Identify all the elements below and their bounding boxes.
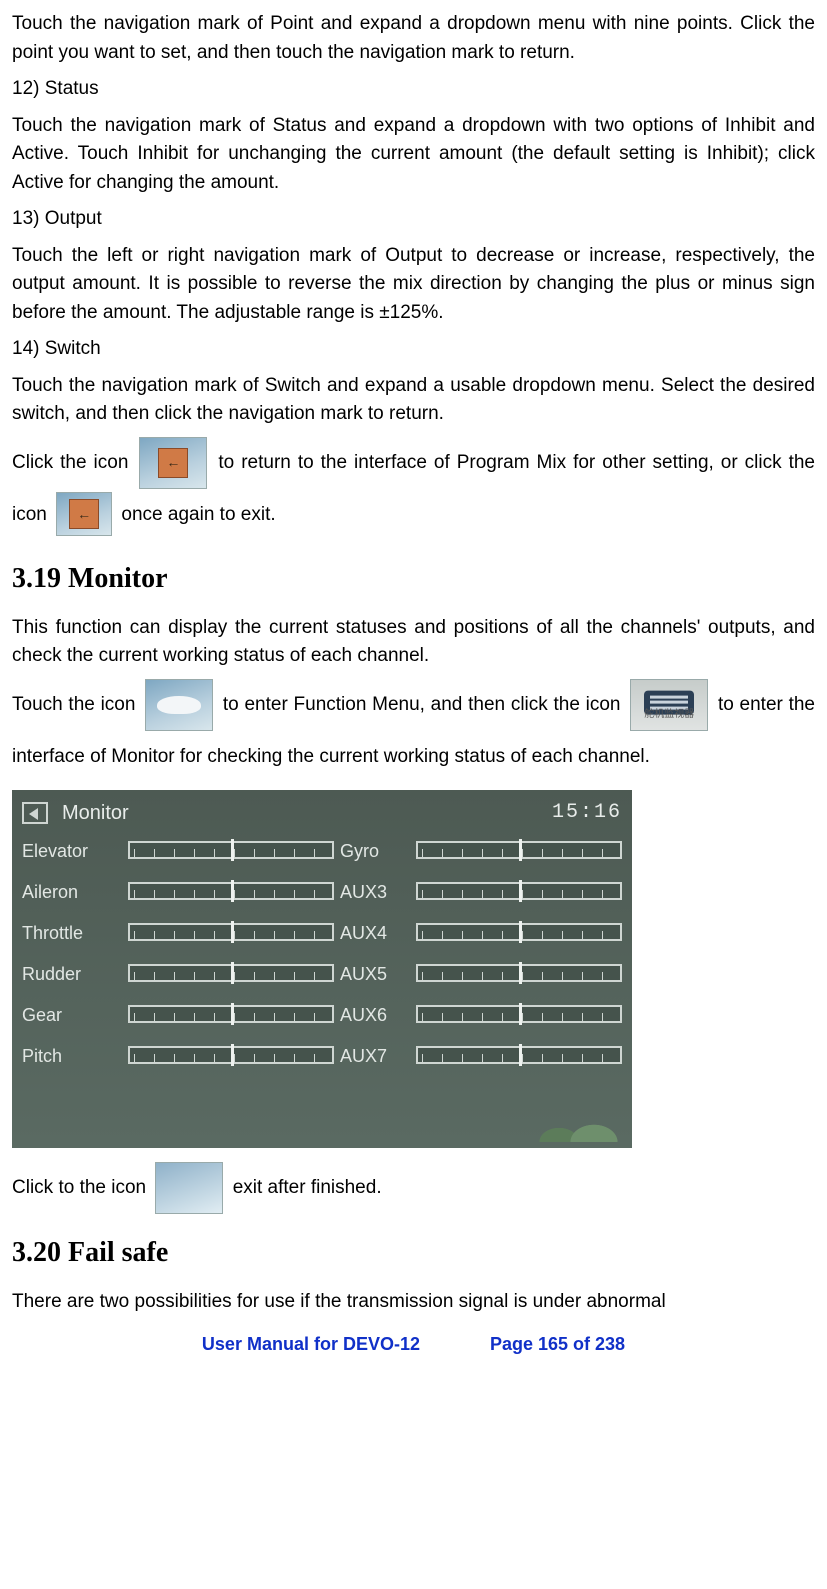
- paragraph-with-icons: Click the icon ← to return to the interf…: [12, 437, 815, 540]
- monitor-title: Monitor: [62, 798, 129, 828]
- footer-manual-title: User Manual for DEVO-12: [202, 1331, 420, 1358]
- channel-slider: [416, 923, 622, 941]
- item-heading-switch: 14) Switch: [12, 335, 815, 364]
- channel-label: Rudder: [22, 961, 122, 988]
- function-menu-icon: [145, 679, 213, 731]
- channel-label: Pitch: [22, 1043, 122, 1070]
- channel-slider: [416, 882, 622, 900]
- paragraph: Touch the navigation mark of Status and …: [12, 112, 815, 198]
- text-fragment: once again to exit.: [121, 504, 275, 525]
- channel-slider: [416, 841, 622, 859]
- channel-slider: [128, 841, 334, 859]
- paragraph-with-icons: Touch the icon to enter Function Menu, a…: [12, 679, 815, 782]
- text-fragment: to enter Function Menu, and then click t…: [223, 694, 626, 715]
- channel-label: Elevator: [22, 838, 122, 865]
- channel-slider: [128, 923, 334, 941]
- item-heading-status: 12) Status: [12, 75, 815, 104]
- paragraph: Touch the left or right navigation mark …: [12, 242, 815, 328]
- channel-slider: [128, 1046, 334, 1064]
- paragraph: This function can display the current st…: [12, 614, 815, 671]
- channel-label: Gear: [22, 1002, 122, 1029]
- channel-label: AUX3: [340, 879, 410, 906]
- monitor-screenshot: Monitor 15:16 Elevator Gyro Aileron AUX3…: [12, 790, 632, 1148]
- channel-label: AUX6: [340, 1002, 410, 1029]
- channel-slider: [128, 882, 334, 900]
- channel-label: AUX7: [340, 1043, 410, 1070]
- monitor-icon-caption: 舵机监视器: [631, 701, 707, 728]
- paragraph: There are two possibilities for use if t…: [12, 1288, 815, 1317]
- channel-label: Gyro: [340, 838, 410, 865]
- channel-slider: [128, 1005, 334, 1023]
- exit-icon: [155, 1162, 223, 1214]
- channel-slider: [128, 964, 334, 982]
- text-fragment: Click to the icon: [12, 1177, 151, 1198]
- paragraph-with-icons: Click to the icon exit after finished.: [12, 1162, 815, 1214]
- clock-label: 15:16: [552, 798, 622, 828]
- channel-slider: [416, 1046, 622, 1064]
- channel-label: Throttle: [22, 920, 122, 947]
- paragraph: Touch the navigation mark of Point and e…: [12, 10, 815, 67]
- return-icon: ←: [56, 492, 112, 536]
- monitor-menu-icon: 舵机监视器: [630, 679, 708, 731]
- channel-slider: [416, 1005, 622, 1023]
- decorative-hill-icon: [564, 1120, 624, 1142]
- channel-grid: Elevator Gyro Aileron AUX3 Throttle AUX4…: [22, 838, 622, 1070]
- text-fragment: Click the icon: [12, 452, 135, 473]
- page-footer: User Manual for DEVO-12 Page 165 of 238: [12, 1331, 815, 1358]
- footer-page-number: Page 165 of 238: [490, 1331, 625, 1358]
- text-fragment: exit after finished.: [233, 1177, 382, 1198]
- channel-slider: [416, 964, 622, 982]
- paragraph: Touch the navigation mark of Switch and …: [12, 372, 815, 429]
- item-heading-output: 13) Output: [12, 205, 815, 234]
- channel-label: AUX5: [340, 961, 410, 988]
- back-icon: [22, 802, 48, 824]
- return-icon: ←: [139, 437, 207, 489]
- section-heading-failsafe: 3.20 Fail safe: [12, 1232, 815, 1274]
- section-heading-monitor: 3.19 Monitor: [12, 558, 815, 600]
- channel-label: AUX4: [340, 920, 410, 947]
- text-fragment: Touch the icon: [12, 694, 141, 715]
- channel-label: Aileron: [22, 879, 122, 906]
